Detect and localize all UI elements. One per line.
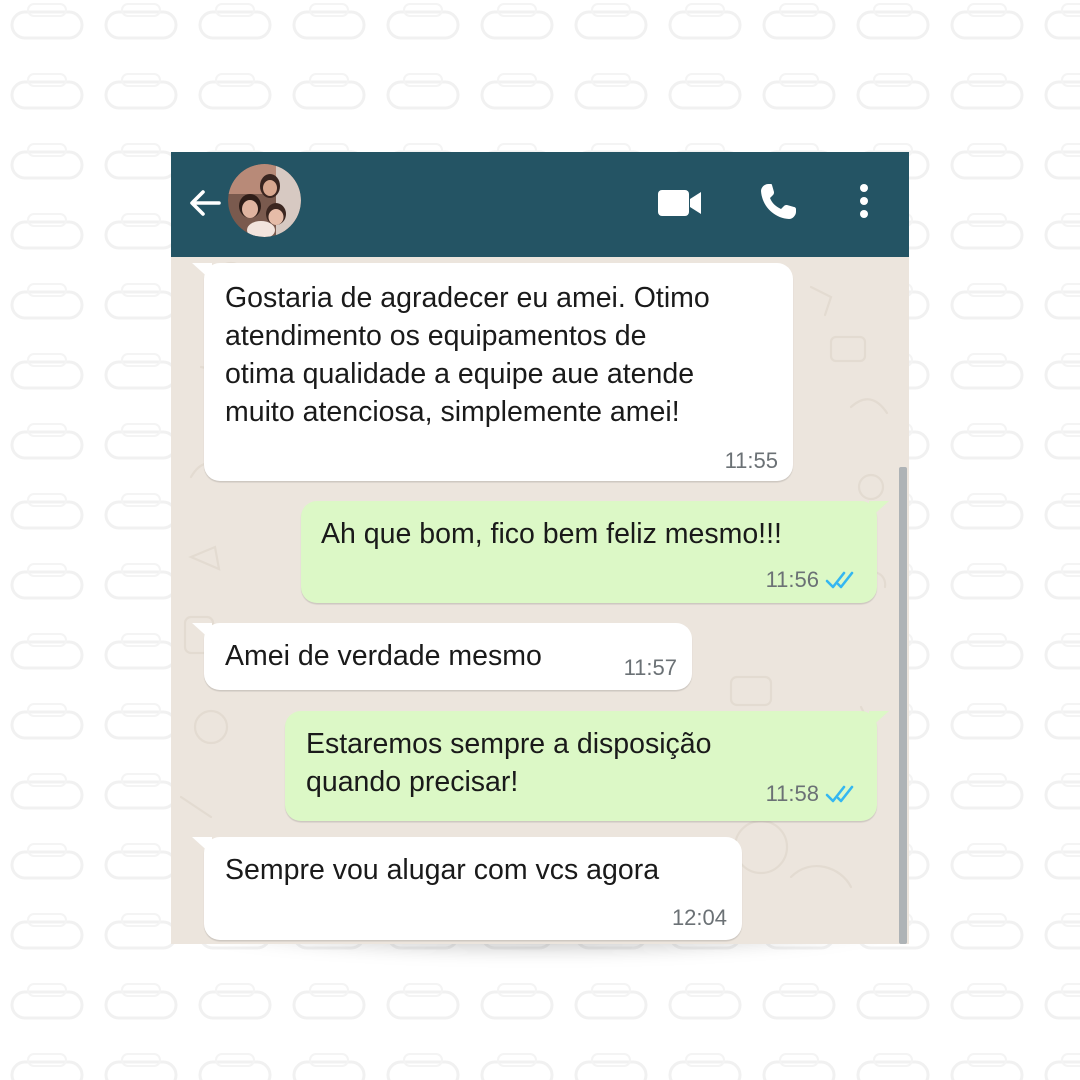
message-bubble-incoming[interactable]: Gostaria de agradecer eu amei. Otimo ate… [192,263,793,481]
arrow-left-icon[interactable] [185,183,225,223]
bubble-tail [869,501,889,519]
message-text: Sempre vou alugar com vcs agora [225,854,660,886]
chat-header [171,152,909,257]
message-time: 11:56 [765,567,819,592]
message-text: Gostaria de agradecer eu amei. Otimo ate… [225,282,710,428]
message-time: 11:57 [623,655,677,680]
bubble-tail [192,263,212,281]
scrollbar[interactable] [899,467,907,944]
message-meta: 11:58 [766,781,859,807]
message-time: 12:04 [671,905,727,930]
double-check-icon [825,571,854,589]
message-text: Estaremos sempre a disposição quando pre… [306,728,712,798]
message-meta: 11:56 [766,567,859,593]
message-list[interactable]: Gostaria de agradecer eu amei. Otimo ate… [171,257,909,944]
contact-avatar[interactable] [228,164,301,237]
bubble-tail [869,711,889,729]
double-check-icon [825,785,854,803]
more-vertical-icon[interactable] [849,182,879,222]
phone-icon[interactable] [757,181,799,223]
message-text: Ah que bom, fico bem feliz mesmo!!! [321,518,782,550]
message-bubble-incoming[interactable]: Amei de verdade mesmo 11:57 [192,623,692,690]
message-bubble-outgoing[interactable]: Ah que bom, fico bem feliz mesmo!!! 11:5… [301,501,889,603]
chat-screen: Gostaria de agradecer eu amei. Otimo ate… [171,152,909,944]
message-bubble-incoming[interactable]: Sempre vou alugar com vcs agora 12:04 [192,837,742,940]
message-time: 11:55 [724,448,778,473]
bubble-tail [192,837,212,855]
message-text: Amei de verdade mesmo [225,640,542,672]
message-bubble-outgoing[interactable]: Estaremos sempre a disposição quando pre… [285,711,889,821]
video-camera-icon[interactable] [657,185,703,221]
bubble-tail [192,623,212,641]
message-time: 11:58 [765,781,819,806]
